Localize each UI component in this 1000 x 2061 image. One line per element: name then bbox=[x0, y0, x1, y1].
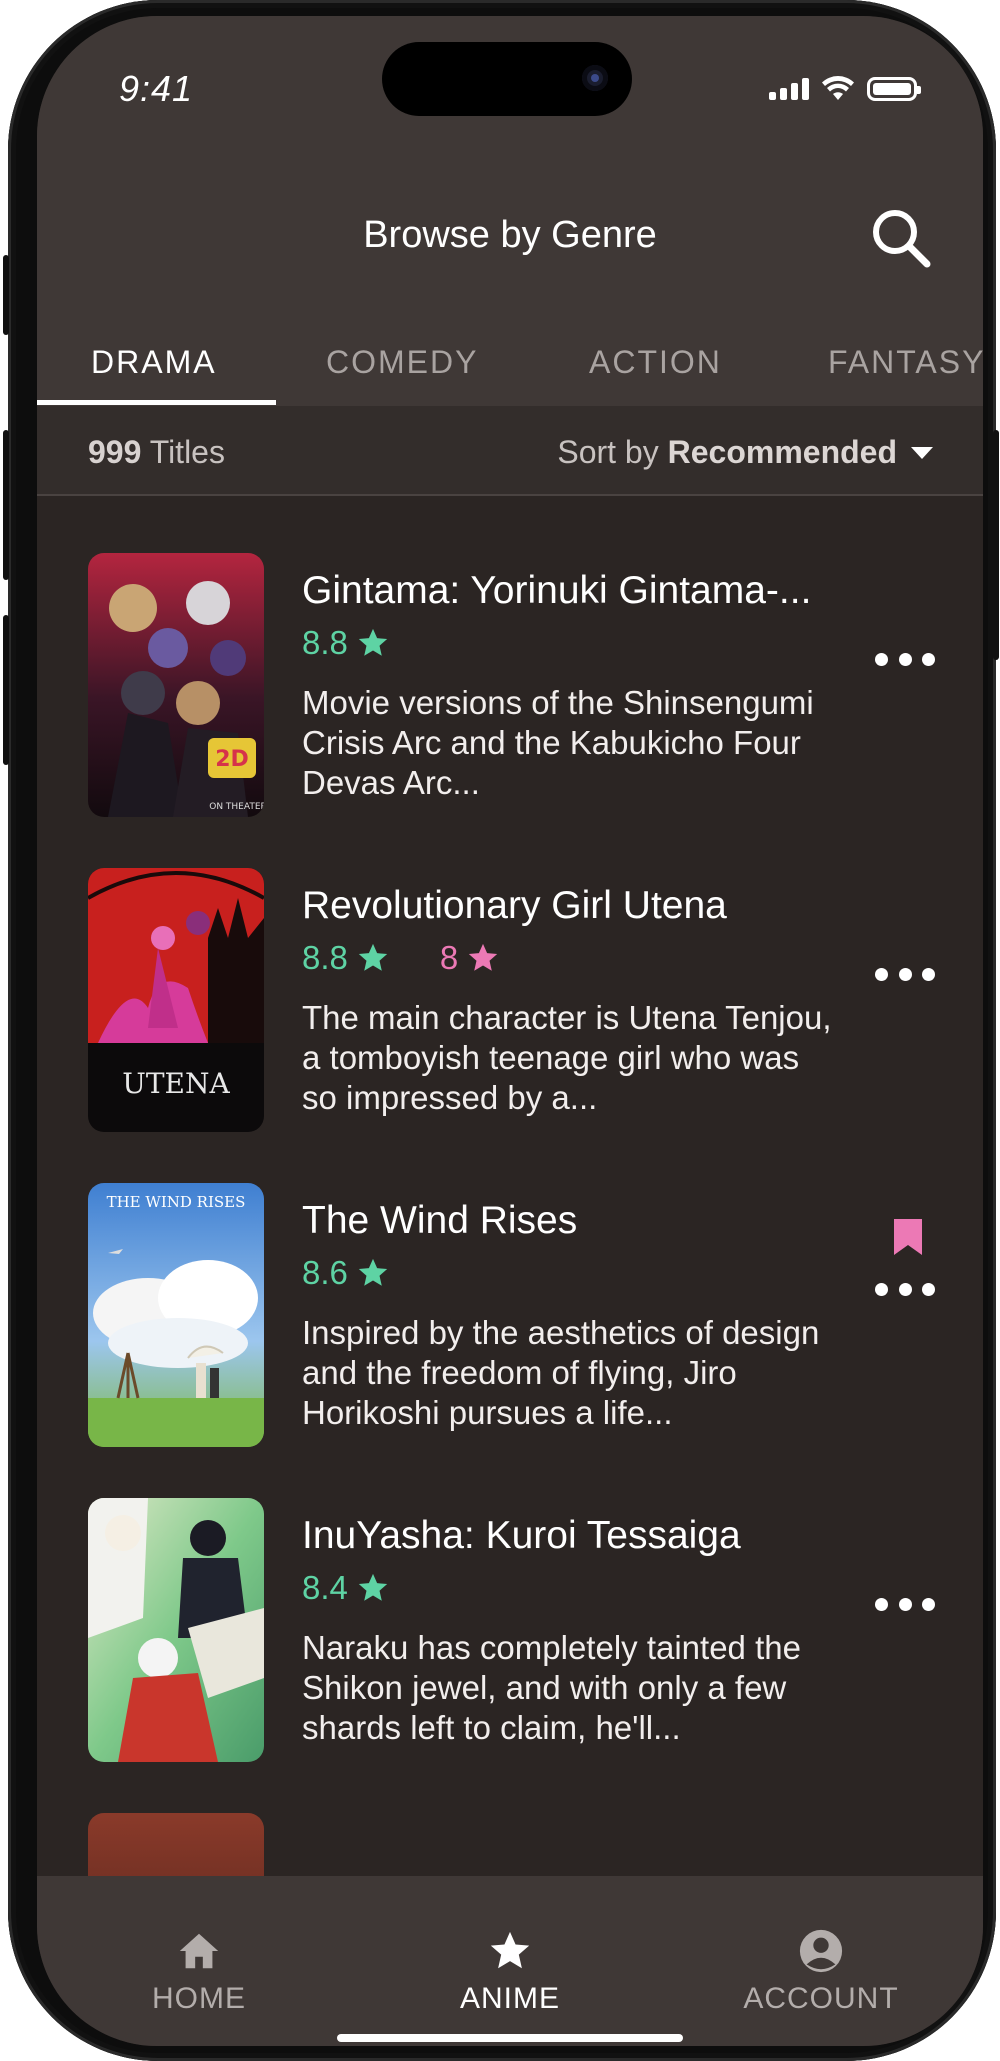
star-icon bbox=[358, 1573, 388, 1601]
mute-switch bbox=[3, 255, 9, 335]
item-title: Gintama: Yorinuki Gintama-... bbox=[302, 569, 812, 612]
dynamic-island bbox=[382, 42, 632, 116]
tab-comedy[interactable]: COMEDY bbox=[326, 344, 478, 381]
sort-dropdown[interactable]: Sort by Recommended bbox=[557, 434, 933, 471]
score: 8.6 bbox=[302, 1254, 348, 1291]
home-indicator[interactable] bbox=[337, 2034, 683, 2042]
home-icon bbox=[179, 1933, 219, 1969]
bottom-navigation: HOME ANIME ACCOUNT bbox=[37, 1876, 983, 2046]
poster-caption: THE WIND RISES bbox=[107, 1193, 246, 1211]
star-icon bbox=[358, 1258, 388, 1286]
phone-frame: 9:41 Browse by Genre DRAMA COMEDY ACTION… bbox=[3, 0, 999, 2061]
more-options-icon[interactable] bbox=[875, 1589, 935, 1619]
more-options-icon[interactable] bbox=[875, 1274, 935, 1304]
wifi-icon bbox=[822, 76, 854, 100]
list-item[interactable]: 2D ON THEATER Gintama: Yorinuki Gintama-… bbox=[37, 496, 983, 817]
list-item[interactable]: THE WIND RISES The Wind Rises 8.6 Inspir… bbox=[37, 1091, 983, 1447]
rating: 8.8 8 bbox=[302, 939, 500, 977]
status-time: 9:41 bbox=[119, 68, 194, 109]
nav-label: ANIME bbox=[459, 1982, 560, 2015]
genre-tabs: DRAMA COMEDY ACTION FANTASY bbox=[37, 306, 983, 406]
score: 8.8 bbox=[302, 939, 348, 976]
title-count: 999 Titles bbox=[88, 434, 225, 471]
search-icon[interactable] bbox=[869, 206, 933, 270]
screen: 9:41 Browse by Genre DRAMA COMEDY ACTION… bbox=[37, 16, 983, 2046]
nav-label: ACCOUNT bbox=[743, 1982, 899, 2015]
cellular-signal-icon bbox=[769, 78, 809, 100]
more-options-icon[interactable] bbox=[875, 644, 935, 674]
app-header: Browse by Genre bbox=[37, 146, 983, 306]
star-icon bbox=[469, 943, 498, 971]
status-bar: 9:41 bbox=[37, 16, 983, 146]
star-icon bbox=[358, 628, 388, 656]
nav-account[interactable]: ACCOUNT bbox=[721, 1928, 921, 2016]
page-title: Browse by Genre bbox=[363, 214, 657, 256]
nav-label: HOME bbox=[152, 1982, 246, 2015]
tab-drama[interactable]: DRAMA bbox=[91, 344, 217, 381]
star-icon bbox=[358, 943, 388, 971]
chevron-down-icon bbox=[911, 446, 933, 459]
nav-home[interactable]: HOME bbox=[99, 1928, 299, 2016]
star-icon bbox=[490, 1931, 530, 1969]
camera-icon bbox=[582, 65, 608, 91]
svg-text:2D: 2D bbox=[215, 747, 249, 772]
sort-prefix: Sort by bbox=[557, 434, 668, 470]
score: 8.8 bbox=[302, 624, 348, 661]
rating: 8.4 bbox=[302, 1569, 390, 1607]
volume-down-button bbox=[3, 615, 9, 765]
list-item[interactable]: UTENA Revolutionary Girl Utena 8.8 8 The… bbox=[37, 776, 983, 1132]
user-score: 8 bbox=[439, 939, 459, 976]
tab-fantasy[interactable]: FANTASY bbox=[828, 344, 983, 381]
filter-bar: 999 Titles Sort by Recommended bbox=[37, 406, 983, 496]
list-item[interactable] bbox=[37, 1721, 983, 1876]
title-count-number: 999 bbox=[88, 434, 142, 470]
title-list: 2D ON THEATER Gintama: Yorinuki Gintama-… bbox=[37, 496, 983, 1876]
score: 8.4 bbox=[302, 1569, 348, 1606]
title-count-suffix: Titles bbox=[141, 434, 225, 470]
account-icon bbox=[799, 1929, 843, 1973]
poster-image bbox=[88, 1813, 264, 1876]
volume-up-button bbox=[3, 430, 9, 580]
sort-value: Recommended bbox=[667, 434, 897, 470]
item-title: InuYasha: Kuroi Tessaiga bbox=[302, 1514, 741, 1557]
bookmark-icon[interactable] bbox=[894, 1219, 922, 1255]
item-title: The Wind Rises bbox=[302, 1199, 578, 1242]
nav-anime[interactable]: ANIME bbox=[410, 1928, 610, 2016]
rating: 8.8 bbox=[302, 624, 390, 662]
more-options-icon[interactable] bbox=[875, 959, 935, 989]
rating: 8.6 bbox=[302, 1254, 390, 1292]
list-item[interactable]: InuYasha: Kuroi Tessaiga 8.4 Naraku has … bbox=[37, 1406, 983, 1762]
item-title: Revolutionary Girl Utena bbox=[302, 884, 727, 927]
battery-icon bbox=[867, 77, 921, 101]
power-button bbox=[993, 430, 999, 660]
active-tab-indicator bbox=[37, 400, 276, 405]
tab-action[interactable]: ACTION bbox=[589, 344, 722, 381]
